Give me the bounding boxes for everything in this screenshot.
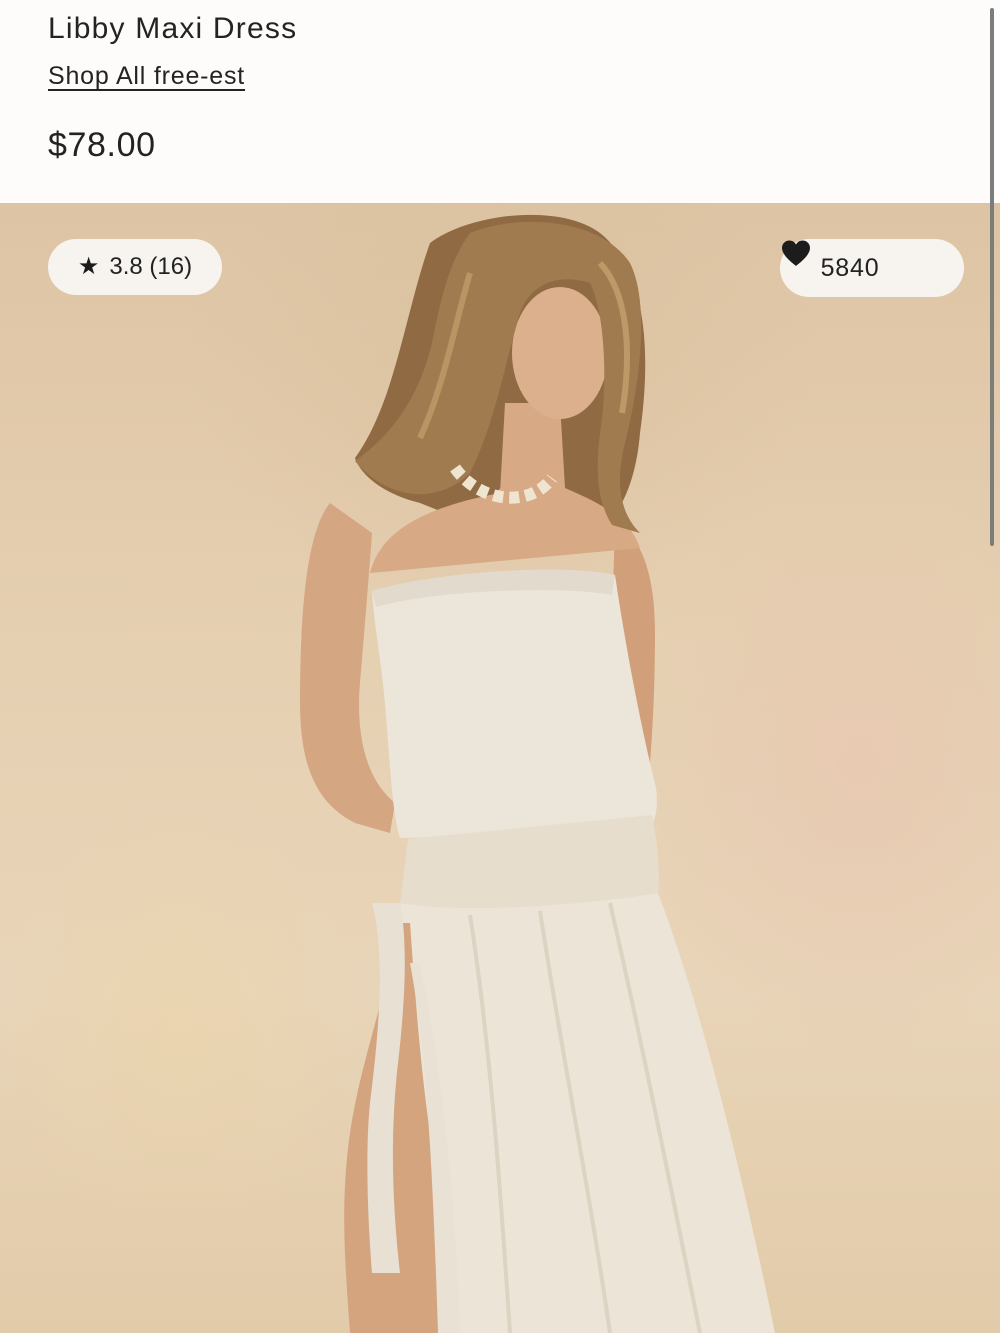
product-header: Libby Maxi Dress Shop All free-est $78.0… — [0, 0, 1000, 203]
product-title: Libby Maxi Dress — [48, 12, 298, 45]
product-image[interactable]: ★ 3.8 (16) 5840 — [0, 203, 1000, 1333]
star-icon: ★ — [77, 253, 100, 280]
rating-badge[interactable]: ★ 3.8 (16) — [48, 239, 222, 295]
heart-icon — [782, 240, 923, 282]
favorite-button[interactable]: 5840 — [780, 239, 964, 297]
rating-text: 3.8 (16) — [109, 253, 193, 280]
shop-all-link[interactable]: Shop All free-est — [48, 60, 245, 92]
scrollbar[interactable] — [990, 8, 994, 546]
product-page: Libby Maxi Dress Shop All free-est $78.0… — [0, 0, 1000, 1333]
product-price: $78.00 — [48, 126, 156, 164]
likes-count: 5840 — [820, 253, 880, 282]
model-illustration — [300, 214, 775, 1333]
